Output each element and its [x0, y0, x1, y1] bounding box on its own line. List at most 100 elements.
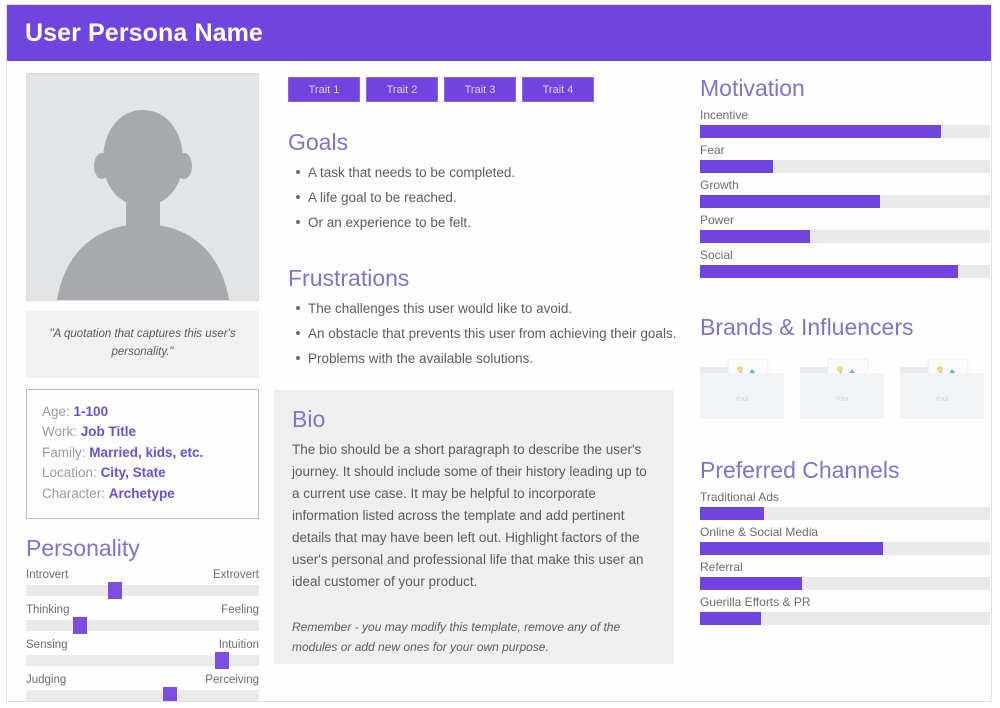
meter-fill — [700, 230, 811, 244]
demographics-label: Character: — [42, 485, 106, 501]
brand-thumbnail-1[interactable]: Your — [700, 357, 784, 419]
frustrations-title: Frustrations — [288, 265, 410, 292]
personality-slider-introvert-extrovert[interactable]: Introvert Extrovert — [26, 568, 259, 599]
slider-handle[interactable] — [72, 616, 87, 634]
slider-handle[interactable] — [163, 686, 178, 701]
list-item: The challenges this user would like to a… — [296, 298, 686, 320]
brand-thumbnail-3[interactable]: Your — [900, 357, 984, 419]
image-placeholder-icon: Your — [700, 358, 784, 419]
slider-left-label: Judging — [26, 673, 67, 686]
channels-title: Preferred Channels — [700, 456, 900, 483]
meter-track — [700, 612, 990, 626]
slider-left-label: Introvert — [26, 568, 69, 581]
persona-body: "A quotation that captures this user's p… — [7, 61, 991, 701]
meter-fill — [700, 265, 959, 279]
meter-track — [700, 160, 990, 174]
demographics-row: Family: Married, kids, etc. — [42, 443, 243, 464]
frustrations-section: Frustrations The challenges this user wo… — [288, 265, 686, 370]
motivation-section: Motivation Incentive Fear Growth Power S… — [700, 75, 990, 279]
slider-track[interactable] — [26, 651, 259, 669]
meter-label: Fear — [700, 143, 725, 158]
page-title: User Persona Name — [25, 18, 263, 47]
slider-right-label: Feeling — [221, 603, 259, 616]
meter-label: Growth — [700, 178, 739, 193]
trait-chip-4[interactable]: Trait 4 — [522, 77, 594, 102]
meter-fill — [700, 507, 764, 521]
personality-slider-judging-perceiving[interactable]: Judging Perceiving — [26, 674, 259, 701]
slider-right-label: Extrovert — [212, 568, 259, 581]
meter-row-social: Social — [700, 248, 990, 279]
brand-thumbnail-2[interactable]: Your — [800, 357, 884, 419]
slider-handle[interactable] — [107, 581, 122, 599]
svg-text:Your: Your — [735, 396, 750, 403]
meter-row-traditional-ads: Traditional Ads — [700, 490, 990, 521]
meter-fill — [700, 125, 941, 139]
list-item: Problems with the available solutions. — [296, 348, 686, 370]
bio-text: The bio should be a short paragraph to d… — [292, 442, 647, 589]
demographics-label: Work: — [42, 424, 78, 440]
demographics-row: Location: City, State — [42, 463, 243, 484]
demographics-row: Work: Job Title — [42, 422, 243, 443]
middle-column: Trait 1 Trait 2 Trait 3 Trait 4 Goals A … — [274, 73, 686, 701]
demographics-label: Family: — [42, 444, 86, 460]
slider-right-label: Perceiving — [205, 673, 259, 686]
motivation-title: Motivation — [700, 75, 805, 101]
meter-fill — [700, 542, 883, 556]
list-item: A task that needs to be completed. — [296, 162, 686, 184]
meter-row-fear: Fear — [700, 143, 990, 174]
trait-chip-1[interactable]: Trait 1 — [288, 77, 360, 102]
goals-list: A task that needs to be completed. A lif… — [288, 162, 686, 234]
list-item: Or an experience to be felt. — [296, 212, 686, 234]
svg-text:Your: Your — [835, 396, 850, 403]
user-silhouette-icon — [27, 74, 258, 300]
meter-row-growth: Growth — [700, 178, 990, 209]
bio-panel: Bio The bio should be a short paragraph … — [274, 390, 674, 665]
meter-label: Online & Social Media — [700, 525, 819, 540]
trait-chip-2[interactable]: Trait 2 — [366, 77, 438, 102]
image-placeholder-icon: Your — [800, 358, 884, 419]
slider-handle[interactable] — [214, 651, 229, 669]
meter-track — [700, 542, 990, 556]
image-placeholder-icon: Your — [900, 358, 984, 419]
meter-label: Referral — [700, 560, 743, 575]
personality-slider-thinking-feeling[interactable]: Thinking Feeling — [26, 603, 259, 634]
slider-left-label: Sensing — [26, 638, 68, 651]
persona-card: User Persona Name "A quotation that capt… — [6, 4, 992, 702]
slider-right-label: Intuition — [218, 638, 259, 651]
slider-track[interactable] — [26, 686, 259, 701]
trait-chip-3[interactable]: Trait 3 — [444, 77, 516, 102]
personality-slider-sensing-intuition[interactable]: Sensing Intuition — [26, 638, 259, 669]
goals-section: Goals A task that needs to be completed.… — [288, 129, 686, 234]
demographics-value: Married, kids, etc. — [89, 444, 204, 460]
slider-track[interactable] — [26, 616, 259, 634]
meter-fill — [700, 160, 773, 174]
demographics-value: 1-100 — [73, 403, 109, 419]
left-column: "A quotation that captures this user's p… — [17, 73, 260, 701]
meter-row-incentive: Incentive — [700, 108, 990, 139]
quote-box: "A quotation that captures this user's p… — [26, 311, 259, 378]
list-item: An obstacle that prevents this user from… — [296, 323, 686, 345]
meter-track — [700, 265, 990, 279]
bio-title: Bio — [292, 406, 326, 433]
meter-label: Power — [700, 213, 735, 228]
personality-title: Personality — [26, 535, 140, 562]
channels-section: Preferred Channels Traditional Ads Onlin… — [700, 456, 990, 626]
meter-track — [700, 577, 990, 591]
trait-chip-list: Trait 1 Trait 2 Trait 3 Trait 4 — [288, 77, 686, 102]
meter-row-referral: Referral — [700, 560, 990, 591]
meter-track — [700, 230, 990, 244]
meter-label: Guerilla Efforts & PR — [700, 595, 811, 610]
meter-fill — [700, 195, 880, 209]
demographics-row: Age: 1-100 — [42, 402, 243, 423]
frustrations-list: The challenges this user would like to a… — [288, 298, 686, 370]
demographics-value: Job Title — [80, 424, 137, 440]
demographics-label: Location: — [42, 465, 97, 481]
slider-track[interactable] — [26, 581, 259, 599]
slider-left-label: Thinking — [26, 603, 70, 616]
meter-fill — [700, 577, 802, 591]
meter-track — [700, 125, 990, 139]
meter-row-power: Power — [700, 213, 990, 244]
channels-meters: Traditional Ads Online & Social Media Re… — [700, 490, 990, 626]
demographics-label: Age: — [42, 403, 70, 419]
personality-section: Personality Introvert Extrovert Thinking… — [26, 535, 259, 701]
